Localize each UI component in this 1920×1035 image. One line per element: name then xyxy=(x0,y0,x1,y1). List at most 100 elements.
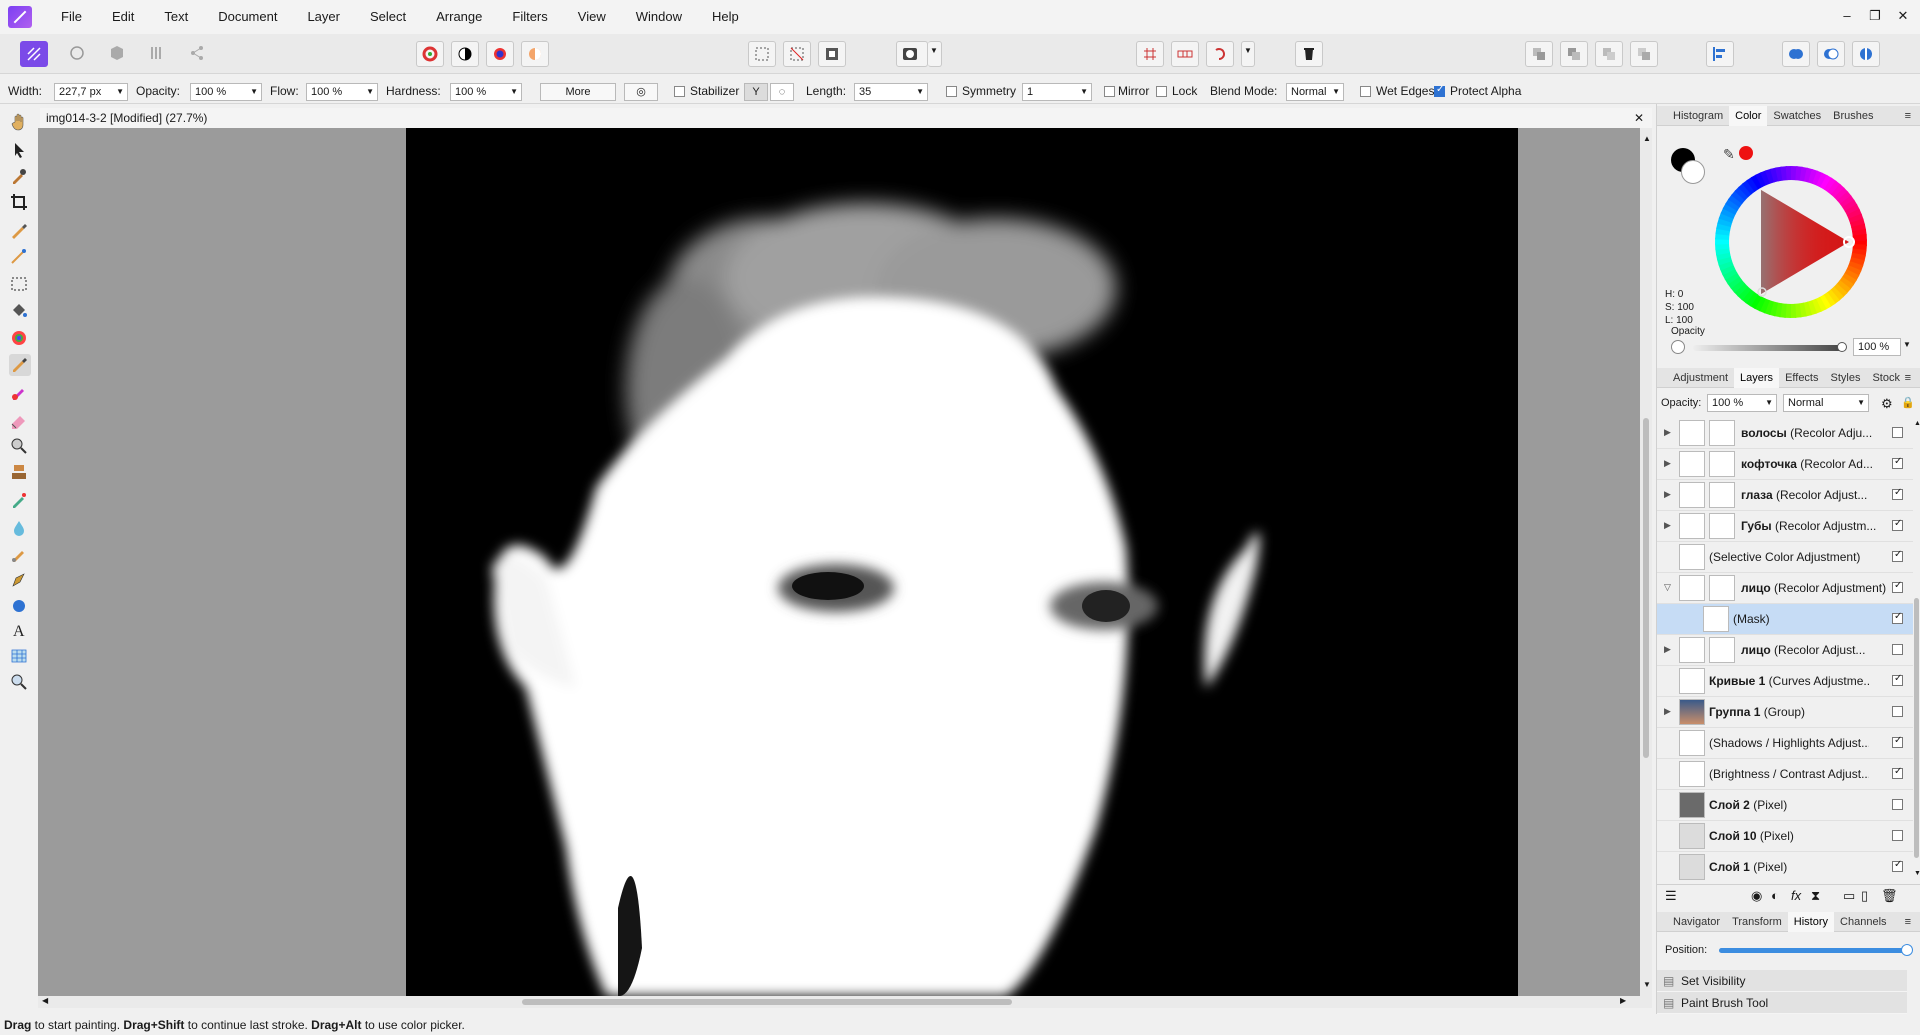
gear-icon[interactable]: ⚙ xyxy=(1881,396,1893,412)
horizontal-scrollbar[interactable]: ◀ ▶ xyxy=(38,996,1652,1008)
tab-transform[interactable]: Transform xyxy=(1726,912,1788,932)
layer-row[interactable]: Слой 1 (Pixel) xyxy=(1657,852,1913,882)
arrange-backward-icon[interactable] xyxy=(1560,41,1588,67)
opacity-none-icon[interactable] xyxy=(1671,340,1685,354)
history-position-slider[interactable] xyxy=(1719,948,1909,953)
layer-row[interactable]: ▶ глаза (Recolor Adjust... xyxy=(1657,480,1913,511)
arrange-back-icon[interactable] xyxy=(1525,41,1553,67)
move-tool-icon[interactable] xyxy=(9,140,31,162)
color-opacity-field[interactable]: 100 % xyxy=(1853,338,1901,356)
trash-icon[interactable]: 🗑 xyxy=(1881,888,1898,904)
expand-arrow-icon[interactable]: ▶ xyxy=(1664,489,1671,500)
tab-histogram[interactable]: Histogram xyxy=(1667,106,1729,126)
alignment-dropdown[interactable]: ▼ xyxy=(1241,41,1255,67)
layers-scrollbar[interactable]: ▲ ▼ xyxy=(1913,418,1920,882)
lock-checkbox[interactable] xyxy=(1156,86,1167,97)
picker-icon[interactable]: ✎ xyxy=(1723,146,1735,163)
invert-selection-icon[interactable] xyxy=(818,41,846,67)
marquee-tool-icon[interactable] xyxy=(9,274,31,296)
menu-arrange[interactable]: Arrange xyxy=(421,0,497,34)
wet-edges-checkbox[interactable] xyxy=(1360,86,1371,97)
menu-text[interactable]: Text xyxy=(149,0,203,34)
hardness-field[interactable]: 100 % ▼ xyxy=(450,83,522,101)
quick-mask-icon[interactable] xyxy=(896,41,928,67)
layer-row[interactable]: Слой 2 (Pixel) xyxy=(1657,790,1913,821)
text-tool-icon[interactable]: A xyxy=(9,620,31,642)
history-position-thumb[interactable] xyxy=(1901,944,1913,956)
tab-styles[interactable]: Styles xyxy=(1825,368,1867,388)
menu-document[interactable]: Document xyxy=(203,0,292,34)
gradient-tool-icon[interactable] xyxy=(9,328,31,350)
layer-visibility-checkbox[interactable] xyxy=(1892,549,1903,562)
align-left-icon[interactable] xyxy=(1706,41,1734,67)
width-field[interactable]: 227,7 px ▼ xyxy=(54,83,128,101)
fill-tool-icon[interactable] xyxy=(9,300,31,322)
length-field[interactable]: 35 ▼ xyxy=(854,83,928,101)
layer-visibility-checkbox[interactable] xyxy=(1892,735,1903,748)
layer-blend-dropdown[interactable]: Normal ▼ xyxy=(1783,394,1869,412)
scroll-left-icon[interactable]: ◀ xyxy=(42,996,48,1005)
layer-row[interactable]: Кривые 1 (Curves Adjustme... xyxy=(1657,666,1913,697)
pen-tool-icon[interactable] xyxy=(9,570,31,592)
layer-visibility-checkbox[interactable] xyxy=(1892,580,1903,593)
tab-color[interactable]: Color xyxy=(1729,106,1768,126)
select-all-icon[interactable] xyxy=(748,41,776,67)
blur-brush-tool-icon[interactable] xyxy=(9,518,31,540)
layer-visibility-checkbox[interactable] xyxy=(1892,456,1903,469)
layer-visibility-checkbox[interactable] xyxy=(1892,487,1903,500)
menu-window[interactable]: Window xyxy=(621,0,697,34)
picked-color-swatch[interactable] xyxy=(1739,146,1753,160)
layers-stack-icon[interactable]: ☰ xyxy=(1665,888,1677,904)
layers-scroll-thumb[interactable] xyxy=(1914,598,1919,858)
auto-white-balance-icon[interactable] xyxy=(521,41,549,67)
scroll-down-icon[interactable]: ▼ xyxy=(1914,870,1920,877)
boolean-subtract-icon[interactable] xyxy=(1817,41,1845,67)
symmetry-count-field[interactable]: 1 ▼ xyxy=(1022,83,1092,101)
layer-row[interactable]: ▶ кофточка (Recolor Ad... xyxy=(1657,449,1913,480)
scroll-up-icon[interactable]: ▲ xyxy=(1914,420,1920,427)
window-mode-icon[interactable]: ◌ xyxy=(770,83,794,101)
layer-row[interactable]: (Mask) xyxy=(1657,604,1913,635)
panel-menu-icon[interactable]: ≡ xyxy=(1899,368,1917,388)
layer-row[interactable]: (Shadows / Highlights Adjust... xyxy=(1657,728,1913,759)
mask-layer-icon[interactable]: ◉ xyxy=(1751,888,1762,904)
flood-select-tool-icon[interactable] xyxy=(9,246,31,268)
menu-file[interactable]: File xyxy=(46,0,97,34)
layer-opacity-field[interactable]: 100 % ▼ xyxy=(1707,394,1777,412)
quick-mask-dropdown[interactable]: ▼ xyxy=(928,41,942,67)
develop-persona-button[interactable] xyxy=(104,41,132,67)
color-wheel[interactable] xyxy=(1713,164,1869,320)
photo-persona-button[interactable] xyxy=(20,41,48,67)
color-picker-tool-icon[interactable] xyxy=(9,166,31,188)
color-replacement-tool-icon[interactable] xyxy=(9,382,31,404)
secondary-color-swatch[interactable] xyxy=(1681,160,1705,184)
blend-mode-dropdown[interactable]: Normal ▼ xyxy=(1286,83,1344,101)
tab-layers[interactable]: Layers xyxy=(1734,368,1780,388)
auto-levels-icon[interactable] xyxy=(416,41,444,67)
layer-visibility-checkbox[interactable] xyxy=(1892,644,1903,655)
liquify-persona-button[interactable] xyxy=(64,41,92,67)
layer-visibility-checkbox[interactable] xyxy=(1892,766,1903,779)
mesh-warp-tool-icon[interactable] xyxy=(9,646,31,668)
tab-effects[interactable]: Effects xyxy=(1779,368,1824,388)
flow-field[interactable]: 100 % ▼ xyxy=(306,83,378,101)
layer-visibility-checkbox[interactable] xyxy=(1892,673,1903,686)
chevron-down-icon[interactable]: ▼ xyxy=(1903,340,1911,349)
smudge-brush-tool-icon[interactable] xyxy=(9,544,31,566)
layer-row[interactable]: ▶ Группа 1 (Group) xyxy=(1657,697,1913,728)
more-button[interactable]: More xyxy=(540,83,616,101)
assistant-icon[interactable] xyxy=(1295,41,1323,67)
auto-colors-icon[interactable] xyxy=(486,41,514,67)
tab-brushes[interactable]: Brushes xyxy=(1827,106,1879,126)
tab-navigator[interactable]: Navigator xyxy=(1667,912,1726,932)
tab-history[interactable]: History xyxy=(1787,912,1835,932)
menu-select[interactable]: Select xyxy=(355,0,421,34)
protect-alpha-checkbox[interactable] xyxy=(1434,84,1445,97)
expand-arrow-icon[interactable]: ▶ xyxy=(1664,520,1671,531)
expand-arrow-icon[interactable]: ▶ xyxy=(1664,427,1671,438)
layer-row[interactable]: ▽ лицо (Recolor Adjustment) xyxy=(1657,573,1913,604)
opacity-slider[interactable] xyxy=(1693,345,1843,351)
lock-icon[interactable]: 🔒 xyxy=(1901,396,1915,409)
color-swatches-fg-bg[interactable] xyxy=(1671,148,1707,188)
document-tab[interactable]: img014-3-2 [Modified] (27.7%) ✕ xyxy=(40,108,1652,128)
